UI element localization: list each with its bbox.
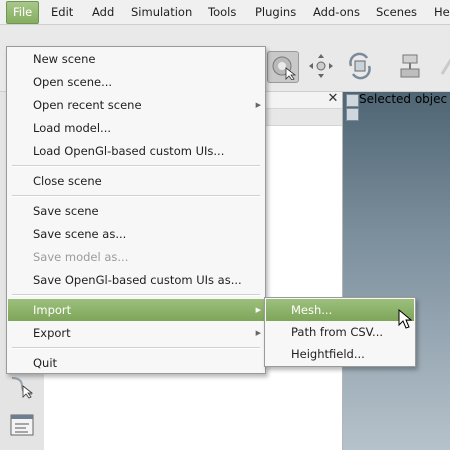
- assemble-button[interactable]: [396, 51, 426, 81]
- menu-item-label: Import: [33, 303, 72, 317]
- object-shift-button[interactable]: [306, 51, 336, 81]
- camera-rotate-icon: [272, 56, 296, 80]
- import-submenu: Mesh... Path from CSV... Heightfield...: [264, 297, 416, 367]
- submenu-item-path-from-csv[interactable]: Path from CSV...: [266, 321, 414, 343]
- menu-tools[interactable]: Tools: [202, 0, 242, 24]
- submenu-arrow-icon: ▶: [255, 329, 261, 337]
- info-toggle-icon-2[interactable]: [346, 108, 359, 121]
- menu-plugins[interactable]: Plugins: [249, 0, 302, 24]
- menu-item-quit[interactable]: Quit: [8, 352, 264, 374]
- menu-item-load-custom-uis[interactable]: Load OpenGl-based custom UIs...: [8, 140, 264, 162]
- menu-add-ons[interactable]: Add-ons: [307, 0, 366, 24]
- menu-item-new-scene[interactable]: New scene: [8, 48, 264, 70]
- camera-rotate-button[interactable]: [267, 51, 299, 83]
- menu-item-save-model-as: Save model as...: [33, 250, 129, 264]
- submenu-arrow-icon: ▶: [255, 306, 261, 314]
- object-rotate-icon: [349, 52, 371, 80]
- path-tool-button[interactable]: [8, 372, 36, 403]
- menu-item-save-custom-uis-as[interactable]: Save OpenGl-based custom UIs as...: [8, 269, 264, 291]
- close-icon[interactable]: ✕: [326, 92, 340, 106]
- menu-item-save-scene[interactable]: Save scene: [8, 200, 264, 222]
- menu-bar: File Edit Add Simulation Tools Plugins A…: [0, 0, 450, 25]
- menu-simulation[interactable]: Simulation: [125, 0, 198, 24]
- menu-help[interactable]: He: [428, 0, 450, 24]
- undo-button[interactable]: [432, 51, 450, 81]
- mouse-cursor-icon: [398, 309, 413, 329]
- submenu-item-mesh[interactable]: Mesh...: [266, 299, 414, 321]
- menu-separator: [12, 195, 260, 197]
- menu-item-save-scene-as[interactable]: Save scene as...: [8, 223, 264, 245]
- assemble-icon: [400, 54, 420, 78]
- object-shift-icon: [309, 54, 333, 78]
- scene-viewport[interactable]: Selected objec: [343, 92, 450, 450]
- menu-item-export[interactable]: Export ▶: [8, 322, 264, 344]
- menu-separator: [12, 294, 260, 296]
- menu-item-label: Open recent scene: [33, 98, 142, 112]
- menu-file[interactable]: File: [6, 1, 40, 24]
- script-tool-icon: [10, 414, 34, 436]
- menu-separator: [12, 165, 260, 167]
- menu-edit[interactable]: Edit: [45, 0, 79, 24]
- menu-scenes[interactable]: Scenes: [370, 0, 423, 24]
- menu-add[interactable]: Add: [86, 0, 120, 24]
- info-toggle-icon[interactable]: [346, 94, 359, 107]
- submenu-arrow-icon: ▶: [255, 101, 261, 109]
- menu-item-import[interactable]: Import ▶: [8, 299, 264, 321]
- menu-item-load-model[interactable]: Load model...: [8, 117, 264, 139]
- menu-item-label: Export: [33, 326, 71, 340]
- menu-separator: [12, 347, 260, 349]
- undo-icon: [440, 58, 450, 75]
- object-rotate-button[interactable]: [345, 51, 375, 81]
- selected-object-label: Selected objec: [359, 92, 448, 106]
- menu-item-close-scene[interactable]: Close scene: [8, 170, 264, 192]
- script-tool-button[interactable]: [8, 411, 36, 442]
- path-tool-icon: [11, 377, 34, 399]
- file-menu: New scene Open scene... Open recent scen…: [6, 46, 266, 374]
- menu-item-open-recent-scene[interactable]: Open recent scene ▶: [8, 94, 264, 116]
- menu-item-open-scene[interactable]: Open scene...: [8, 71, 264, 93]
- submenu-item-heightfield[interactable]: Heightfield...: [266, 343, 414, 365]
